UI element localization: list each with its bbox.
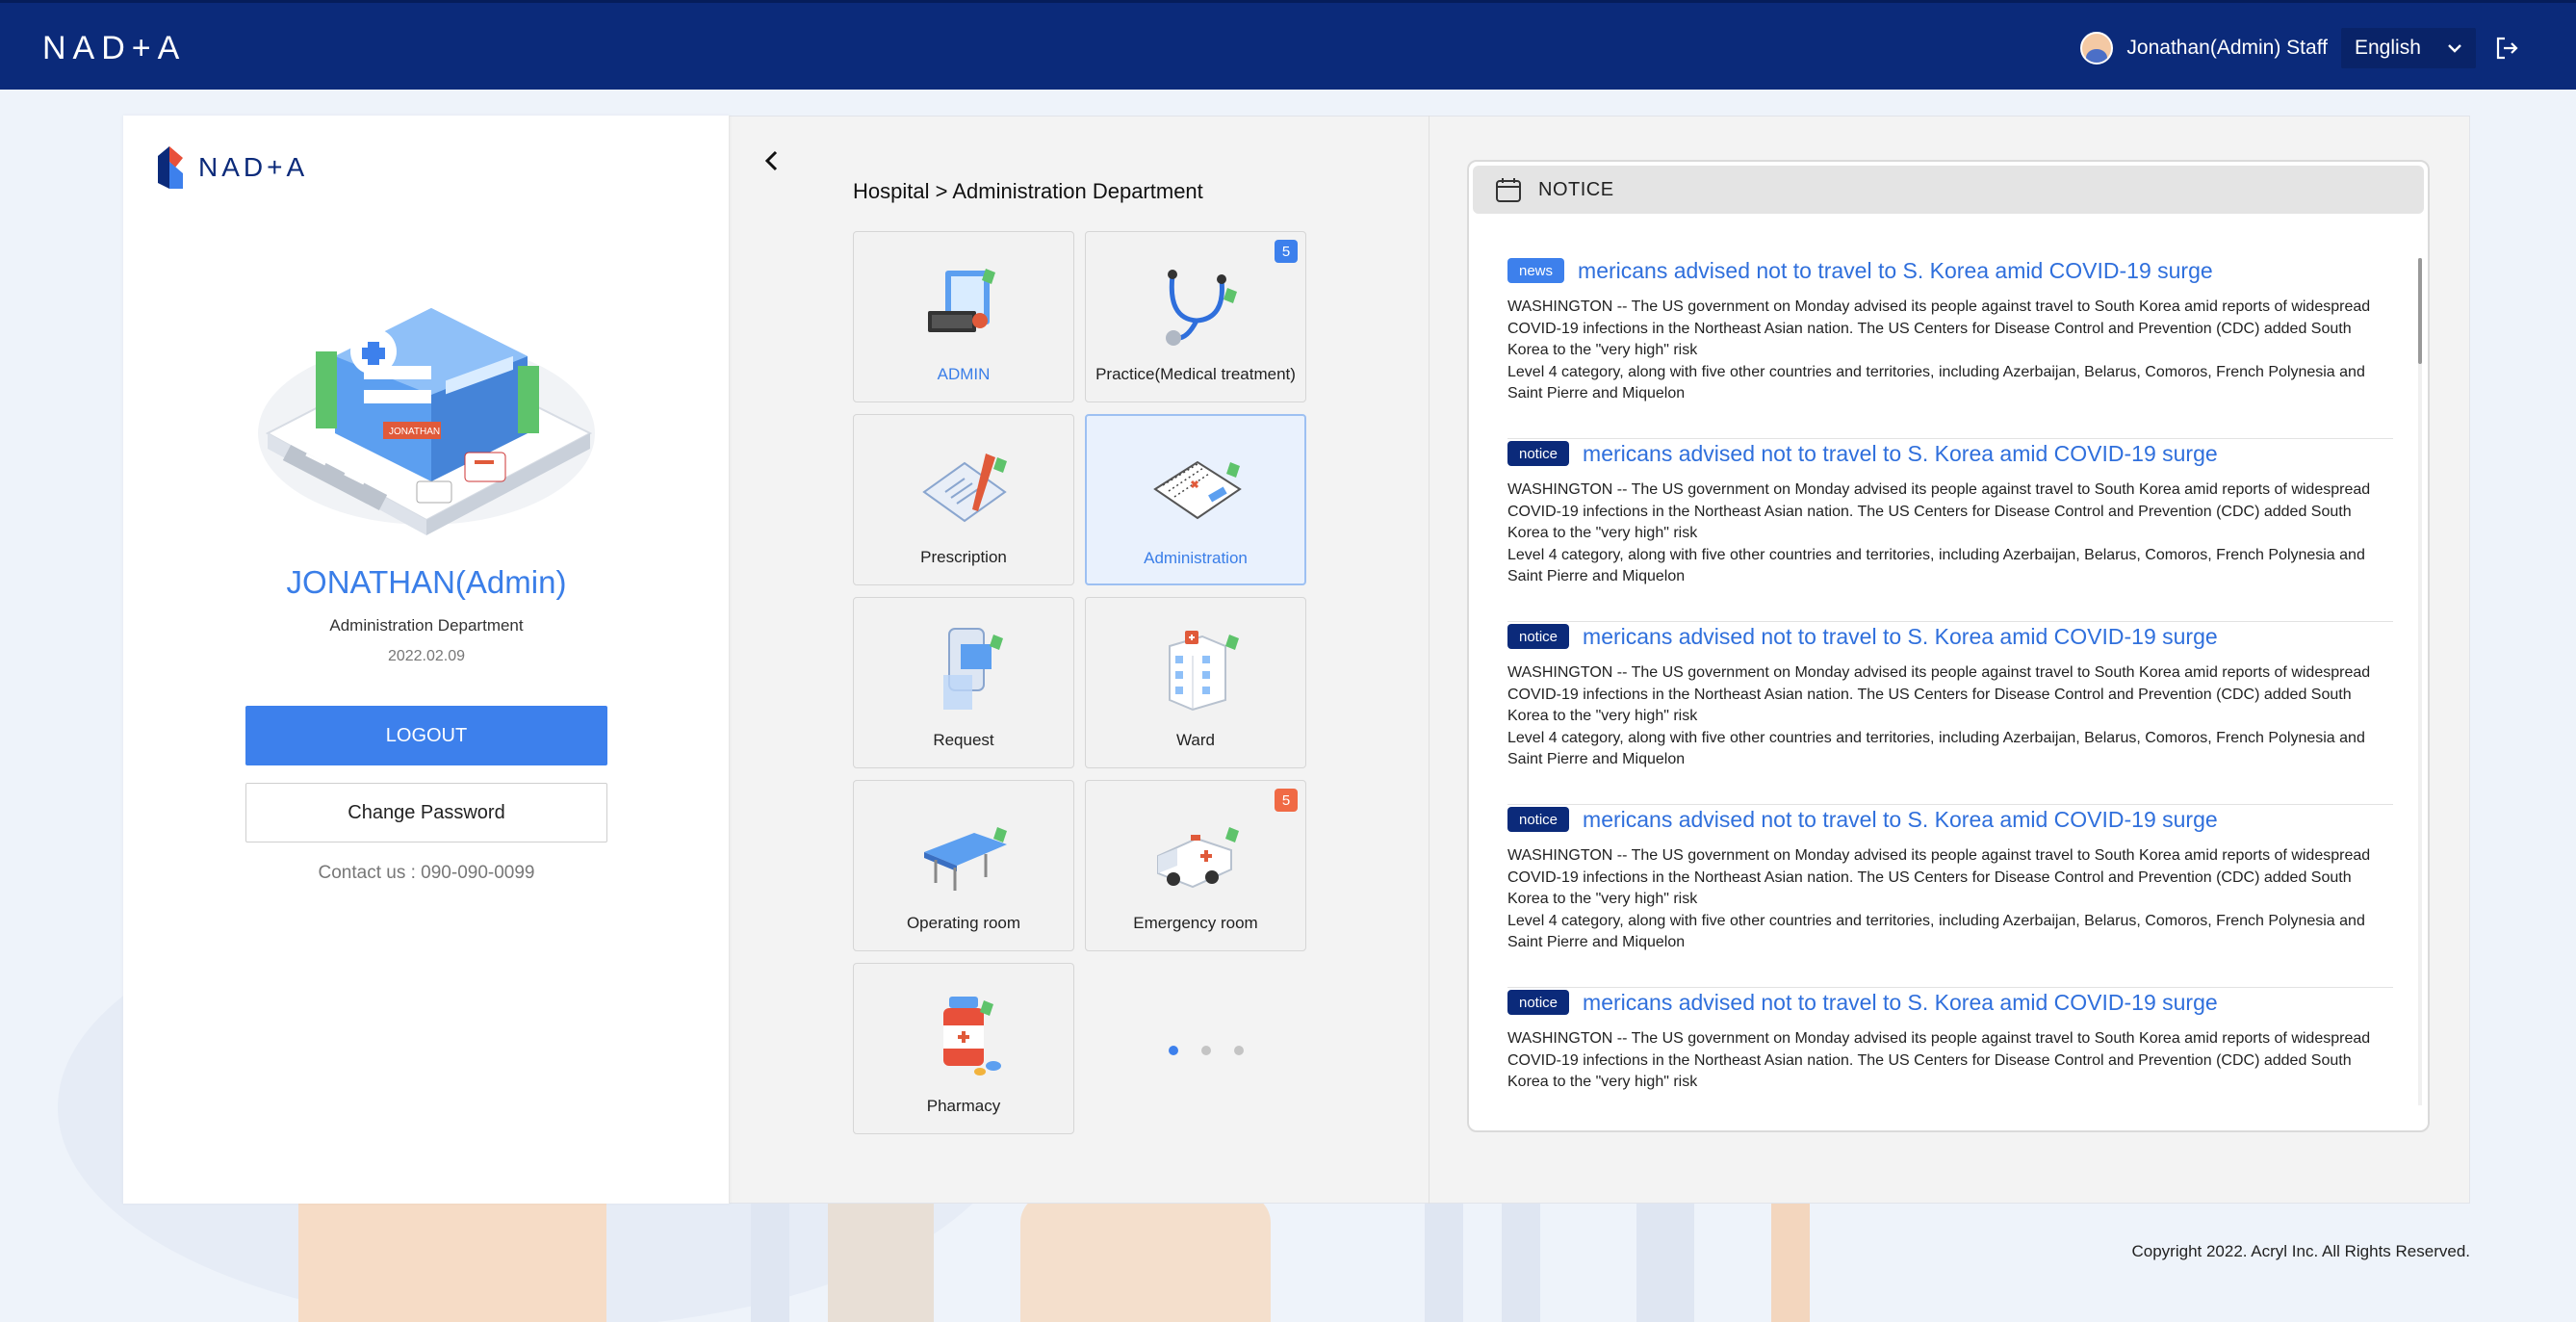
notice-title: NOTICE: [1538, 178, 1614, 200]
logout-exit-button[interactable]: [2489, 31, 2524, 65]
pill-bottle-icon: [943, 997, 1001, 1076]
administration-icon: [1153, 460, 1242, 520]
stethoscope-icon: [1166, 270, 1237, 346]
hospital-sign-text: JONATHAN: [389, 427, 440, 437]
operating-bed-icon: [924, 827, 1007, 891]
tile-pagination: [1169, 1046, 1244, 1055]
hospital-illustration: JONATHAN: [258, 308, 595, 535]
logout-button[interactable]: LOGOUT: [245, 706, 607, 765]
pagination-dot-active[interactable]: [1169, 1046, 1178, 1055]
notice-headline[interactable]: mericans advised not to travel to S. Kor…: [1583, 807, 2218, 833]
language-value: English: [2355, 37, 2421, 59]
notice-scrollbar-thumb[interactable]: [2418, 258, 2422, 364]
calendar-icon: [1496, 178, 1521, 202]
ambulance-icon: [1157, 827, 1239, 889]
brand-mark-icon: [158, 146, 183, 189]
chevron-left-icon: [764, 150, 778, 171]
profile-department: Administration Department: [329, 616, 524, 635]
notice-body: WASHINGTON -- The US government on Monda…: [1507, 298, 2371, 402]
brand-logo-text: NAD+A: [198, 152, 309, 182]
background-illustration: [58, 1194, 1906, 1322]
notice-item[interactable]: notice mericans advised not to travel to…: [1507, 988, 2393, 1130]
menu-tile-label: Request: [933, 731, 994, 749]
menu-tile-label: ADMIN: [937, 365, 991, 383]
notice-headline[interactable]: mericans advised not to travel to S. Kor…: [1583, 990, 2218, 1016]
notice-tag: notice: [1507, 807, 1570, 832]
user-name-label: Jonathan(Admin) Staff: [2126, 37, 2328, 59]
menu-tile-prescription[interactable]: Prescription: [853, 414, 1074, 585]
breadcrumb: Hospital > Administration Department: [853, 179, 1203, 203]
exit-icon: [2496, 37, 2518, 60]
notice-body: WASHINGTON -- The US government on Monda…: [1507, 481, 2371, 584]
contact-info: Contact us : 090-090-0099: [318, 863, 535, 883]
app-logo[interactable]: NAD+A: [42, 30, 186, 68]
menu-tile-administration[interactable]: Administration: [1085, 414, 1306, 585]
pagination-dot[interactable]: [1234, 1046, 1244, 1055]
menu-tile-request[interactable]: Request: [853, 597, 1074, 768]
notice-body: WASHINGTON -- The US government on Monda…: [1507, 664, 2371, 767]
notice-item[interactable]: notice mericans advised not to travel to…: [1507, 805, 2393, 988]
ward-icon: [1169, 631, 1239, 712]
menu-tile-label: Practice(Medical treatment): [1095, 365, 1296, 383]
brand-logo: NAD+A: [154, 144, 308, 191]
request-icon: [943, 628, 1003, 710]
profile-date: 2022.02.09: [387, 648, 466, 664]
prescription-icon: [922, 454, 1007, 523]
notice-item[interactable]: notice mericans advised not to travel to…: [1507, 439, 2393, 622]
panel-divider: [1429, 116, 1430, 1204]
menu-tile-emergency-room[interactable]: 5 Emergency room: [1085, 780, 1306, 951]
change-password-button[interactable]: Change Password: [245, 783, 607, 842]
notice-body: WASHINGTON -- The US government on Monda…: [1507, 1030, 2371, 1090]
notice-body: WASHINGTON -- The US government on Monda…: [1507, 847, 2371, 950]
notice-scrollbar-track[interactable]: [2418, 258, 2422, 1105]
notice-tag: notice: [1507, 990, 1570, 1015]
admin-icon: [928, 269, 995, 332]
language-select[interactable]: English: [2341, 28, 2476, 68]
menu-tile-label: Administration: [1144, 549, 1248, 567]
notification-badge: 5: [1275, 789, 1298, 812]
notice-item[interactable]: notice mericans advised not to travel to…: [1507, 622, 2393, 805]
menu-tile-label: Prescription: [920, 548, 1007, 566]
top-navigation-bar: NAD+A Jonathan(Admin) Staff English: [0, 0, 2576, 90]
notice-item[interactable]: news mericans advised not to travel to S…: [1507, 256, 2393, 439]
menu-tile-ward[interactable]: Ward: [1085, 597, 1306, 768]
menu-tile-operating-room[interactable]: Operating room: [853, 780, 1074, 951]
profile-name: JONATHAN(Admin): [286, 564, 567, 600]
top-user-area: Jonathan(Admin) Staff English: [2080, 28, 2524, 68]
menu-tile-practice[interactable]: 5 Practice(Medical treatment): [1085, 231, 1306, 402]
notice-tag: news: [1507, 258, 1565, 283]
user-avatar: [2080, 32, 2114, 65]
notice-header: NOTICE: [1473, 166, 2424, 214]
copyright-text: Copyright 2022. Acryl Inc. All Rights Re…: [2131, 1242, 2471, 1260]
menu-tile-pharmacy[interactable]: Pharmacy: [853, 963, 1074, 1134]
menu-tile-label: Ward: [1176, 731, 1215, 749]
notice-headline[interactable]: mericans advised not to travel to S. Kor…: [1583, 624, 2218, 650]
notice-list: news mericans advised not to travel to S…: [1507, 256, 2393, 1130]
menu-tile-admin[interactable]: ADMIN: [853, 231, 1074, 402]
notice-panel: NOTICE news mericans advised not to trav…: [1467, 160, 2430, 1132]
back-button[interactable]: [759, 146, 786, 175]
pagination-dot[interactable]: [1201, 1046, 1211, 1055]
chevron-down-icon: [2448, 44, 2461, 53]
notice-headline[interactable]: mericans advised not to travel to S. Kor…: [1583, 441, 2218, 467]
notice-tag: notice: [1507, 624, 1570, 649]
profile-panel: NAD+A JONATHAN JONATHAN(Admin) Administr…: [123, 116, 730, 1204]
menu-tile-label: Pharmacy: [926, 1097, 1001, 1115]
menu-tile-label: Operating room: [906, 914, 1021, 932]
menu-tile-label: Emergency room: [1133, 914, 1258, 932]
notice-headline[interactable]: mericans advised not to travel to S. Kor…: [1578, 258, 2213, 284]
notification-badge: 5: [1275, 240, 1298, 263]
notice-tag: notice: [1507, 441, 1570, 466]
